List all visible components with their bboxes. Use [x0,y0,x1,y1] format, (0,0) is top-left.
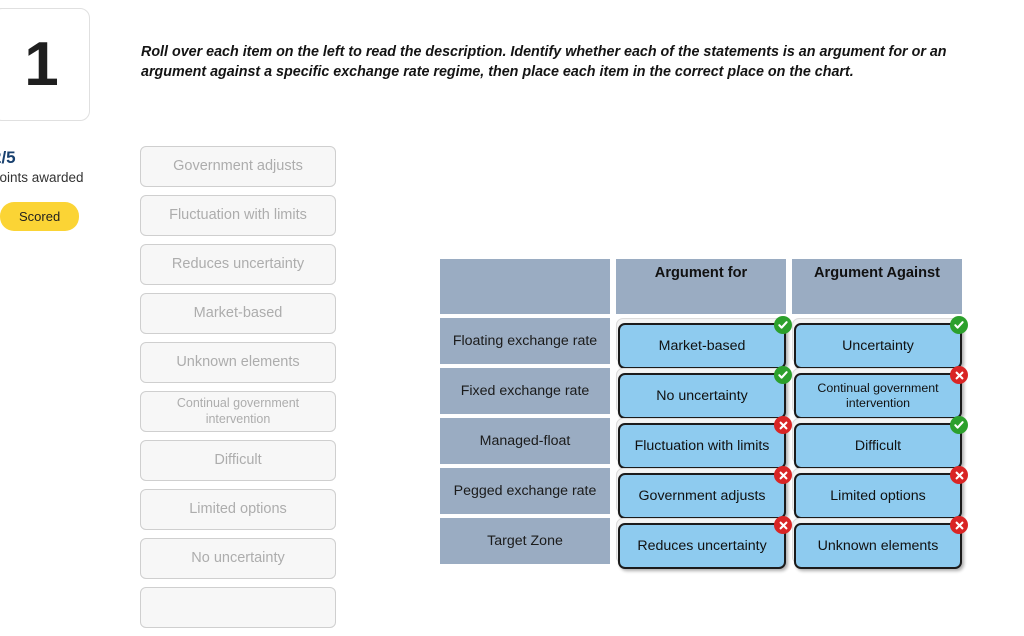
placed-card[interactable]: Uncertainty [794,316,968,369]
bank-item[interactable]: Limited options [140,489,336,530]
chart-dropzone[interactable]: Market-based [616,316,792,369]
chart-dropzone[interactable]: No uncertainty [616,366,792,419]
chart-row: Managed-float Fluctuation with limits Diff… [440,416,972,469]
placed-card[interactable]: No uncertainty [618,366,792,419]
incorrect-cross-icon [950,466,968,484]
chart-dropzone[interactable]: Uncertainty [792,316,968,369]
chart-column-header: Argument Against [792,259,962,314]
chart-row: Target Zone Reduces uncertainty Unknown el… [440,516,972,569]
incorrect-cross-icon [774,416,792,434]
chart-dropzone[interactable]: Government adjusts [616,466,792,519]
chart-dropzone[interactable]: Reduces uncertainty [616,516,792,569]
bank-item[interactable]: Government adjusts [140,146,336,187]
correct-check-icon [774,366,792,384]
chart-row: Pegged exchange rate Government adjusts Li… [440,466,972,519]
chart-row: Fixed exchange rate No uncertainty Continu… [440,366,972,419]
chart-corner-cell [440,259,610,314]
chart-dropzone[interactable]: Continual government intervention [792,366,968,419]
chart-row-label: Fixed exchange rate [440,368,610,414]
chart-dropzone[interactable]: Unknown elements [792,516,968,569]
chart-row: Floating exchange rate Market-based Uncert… [440,316,972,369]
bank-item[interactable]: Difficult [140,440,336,481]
bank-item[interactable]: Continual government intervention [140,391,336,432]
item-bank: Government adjusts Fluctuation with limit… [140,146,336,636]
placed-card[interactable]: Fluctuation with limits [618,416,792,469]
incorrect-cross-icon [950,366,968,384]
incorrect-cross-icon [950,516,968,534]
chart-row-label: Target Zone [440,518,610,564]
bank-item[interactable]: Reduces uncertainty [140,244,336,285]
chart-header-row: Argument for Argument Against [440,259,972,314]
chart-column-header: Argument for [616,259,786,314]
chart-row-label: Floating exchange rate [440,318,610,364]
chart-dropzone[interactable]: Difficult [792,416,968,469]
score-block: 2/5 points awarded Scored [0,148,102,232]
question-number-box: 1 [0,8,90,121]
chart-row-label: Pegged exchange rate [440,468,610,514]
placed-card[interactable]: Reduces uncertainty [618,516,792,569]
score-value: 2/5 [0,148,16,167]
placed-card[interactable]: Difficult [794,416,968,469]
question-instructions: Roll over each item on the left to read … [141,44,947,81]
placed-card[interactable]: Continual government intervention [794,366,968,419]
incorrect-cross-icon [774,466,792,484]
placed-card[interactable]: Unknown elements [794,516,968,569]
chart-dropzone[interactable]: Limited options [792,466,968,519]
placed-card[interactable]: Market-based [618,316,792,369]
correct-check-icon [950,316,968,334]
chart-dropzone[interactable]: Fluctuation with limits [616,416,792,469]
classification-chart: Argument for Argument Against Floating exc… [440,259,972,569]
placed-card[interactable]: Government adjusts [618,466,792,519]
correct-check-icon [774,316,792,334]
placed-card[interactable]: Limited options [794,466,968,519]
chart-row-label: Managed-float [440,418,610,464]
score-caption: points awarded [0,169,84,185]
bank-item[interactable]: Market-based [140,293,336,334]
bank-item[interactable]: Fluctuation with limits [140,195,336,236]
bank-item[interactable]: No uncertainty [140,538,336,579]
question-number: 1 [24,29,58,99]
status-badge: Scored [0,202,80,232]
incorrect-cross-icon [774,516,792,534]
bank-item[interactable]: Unknown elements [140,342,336,383]
bank-item[interactable] [140,587,336,628]
correct-check-icon [950,416,968,434]
